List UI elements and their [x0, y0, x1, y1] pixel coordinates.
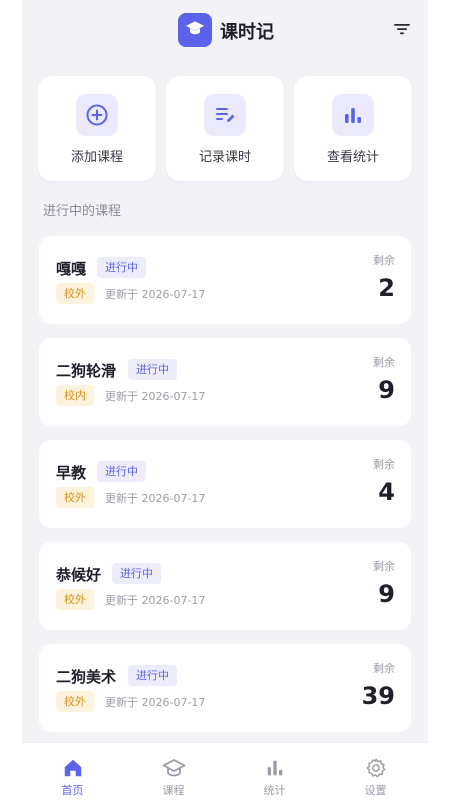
- tab-home-label: 首页: [61, 784, 84, 797]
- filter-button[interactable]: [392, 20, 412, 40]
- location-badge: 校外: [56, 487, 94, 508]
- header: 课时记: [22, 0, 428, 62]
- updated-date: 更新于 2026-07-17: [105, 288, 206, 301]
- app-logo: [178, 13, 212, 47]
- filter-icon: [394, 21, 410, 40]
- location-badge: 校内: [56, 385, 94, 406]
- section-title: 进行中的课程: [43, 204, 122, 219]
- add-circle-icon: [76, 94, 118, 136]
- home-icon: [61, 756, 85, 780]
- view-stats-label: 查看统计: [326, 150, 379, 165]
- status-badge: 进行中: [97, 257, 146, 278]
- course-name: 二狗轮滑: [56, 362, 117, 380]
- course-name: 二狗美术: [56, 668, 117, 686]
- course-name: 早教: [56, 464, 87, 482]
- graduation-cap-icon: [162, 756, 186, 780]
- location-badge: 校外: [56, 589, 94, 610]
- tab-courses[interactable]: 课程: [123, 743, 224, 800]
- tab-settings-label: 设置: [364, 784, 387, 797]
- bar-chart-icon: [332, 94, 374, 136]
- status-badge: 进行中: [128, 665, 177, 686]
- status-badge: 进行中: [97, 461, 146, 482]
- app-screen: 课时记 添加课程 记录课时 查看统计 进行中的课程 嘎嘎 进行中 校外 更新于 …: [22, 0, 428, 800]
- add-course-button[interactable]: 添加课程: [38, 76, 156, 181]
- remaining-count: 4: [378, 478, 395, 506]
- course-card[interactable]: 二狗美术 进行中 校外 更新于 2026-07-17 剩余 39: [39, 644, 411, 732]
- edit-list-icon: [204, 94, 246, 136]
- course-card[interactable]: 二狗轮滑 进行中 校内 更新于 2026-07-17 剩余 9: [39, 338, 411, 426]
- add-course-label: 添加课程: [70, 150, 123, 165]
- location-badge: 校外: [56, 691, 94, 712]
- course-name: 恭候好: [56, 566, 102, 584]
- tab-stats[interactable]: 统计: [224, 743, 325, 800]
- course-card[interactable]: 早教 进行中 校外 更新于 2026-07-17 剩余 4: [39, 440, 411, 528]
- record-hours-button[interactable]: 记录课时: [166, 76, 284, 181]
- bottom-tab-bar: 首页 课程 统计 设置: [22, 742, 428, 800]
- remaining-label: 剩余: [373, 356, 395, 369]
- remaining-count: 9: [378, 580, 395, 608]
- tab-settings[interactable]: 设置: [325, 743, 426, 800]
- quick-actions: 添加课程 记录课时 查看统计: [38, 76, 412, 182]
- tab-stats-label: 统计: [263, 784, 286, 797]
- updated-date: 更新于 2026-07-17: [105, 696, 206, 709]
- remaining-count: 2: [378, 274, 395, 302]
- status-badge: 进行中: [112, 563, 161, 584]
- remaining-label: 剩余: [373, 662, 395, 675]
- bar-chart-icon: [263, 756, 287, 780]
- gear-icon: [364, 756, 388, 780]
- remaining-label: 剩余: [373, 458, 395, 471]
- course-card[interactable]: 嘎嘎 进行中 校外 更新于 2026-07-17 剩余 2: [39, 236, 411, 324]
- location-badge: 校外: [56, 283, 94, 304]
- course-name: 嘎嘎: [56, 260, 87, 278]
- updated-date: 更新于 2026-07-17: [105, 390, 206, 403]
- updated-date: 更新于 2026-07-17: [105, 594, 206, 607]
- remaining-label: 剩余: [373, 560, 395, 573]
- remaining-count: 9: [378, 376, 395, 404]
- status-badge: 进行中: [128, 359, 177, 380]
- remaining-count: 39: [361, 682, 395, 710]
- remaining-label: 剩余: [373, 254, 395, 267]
- tab-home[interactable]: 首页: [22, 743, 123, 800]
- app-title: 课时记: [220, 22, 274, 43]
- updated-date: 更新于 2026-07-17: [105, 492, 206, 505]
- graduation-cap-icon: [185, 18, 205, 42]
- course-card[interactable]: 恭候好 进行中 校外 更新于 2026-07-17 剩余 9: [39, 542, 411, 630]
- tab-courses-label: 课程: [162, 784, 185, 797]
- view-stats-button[interactable]: 查看统计: [294, 76, 412, 181]
- record-hours-label: 记录课时: [198, 150, 251, 165]
